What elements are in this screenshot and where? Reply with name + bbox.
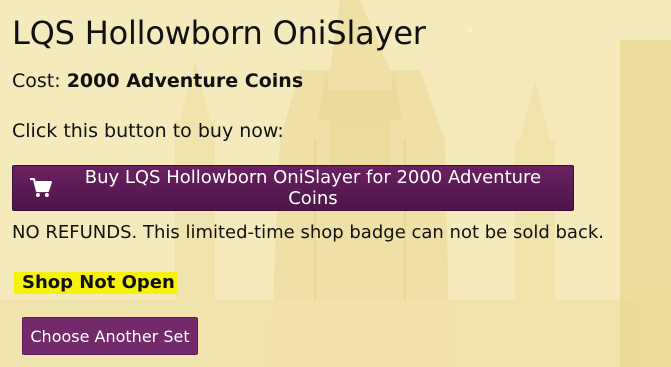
shop-status-badge: Shop Not Open [14,272,177,294]
cost-label: Cost: [12,70,61,92]
cost-value: 2000 Adventure Coins [66,70,304,92]
refund-notice: NO REFUNDS. This limited-time shop badge… [12,222,605,243]
shopping-cart-icon [29,177,52,197]
buy-button-label: Buy LQS Hollowborn OniSlayer for 2000 Ad… [84,167,542,209]
cost-line: Cost: 2000 Adventure Coins [12,70,303,92]
buy-instructions: Click this button to buy now: [12,120,284,142]
choose-another-set-label: Choose Another Set [30,326,190,346]
page-title: LQS Hollowborn OniSlayer [12,14,426,52]
choose-another-set-button[interactable]: Choose Another Set [22,317,198,355]
buy-button[interactable]: Buy LQS Hollowborn OniSlayer for 2000 Ad… [12,165,574,211]
